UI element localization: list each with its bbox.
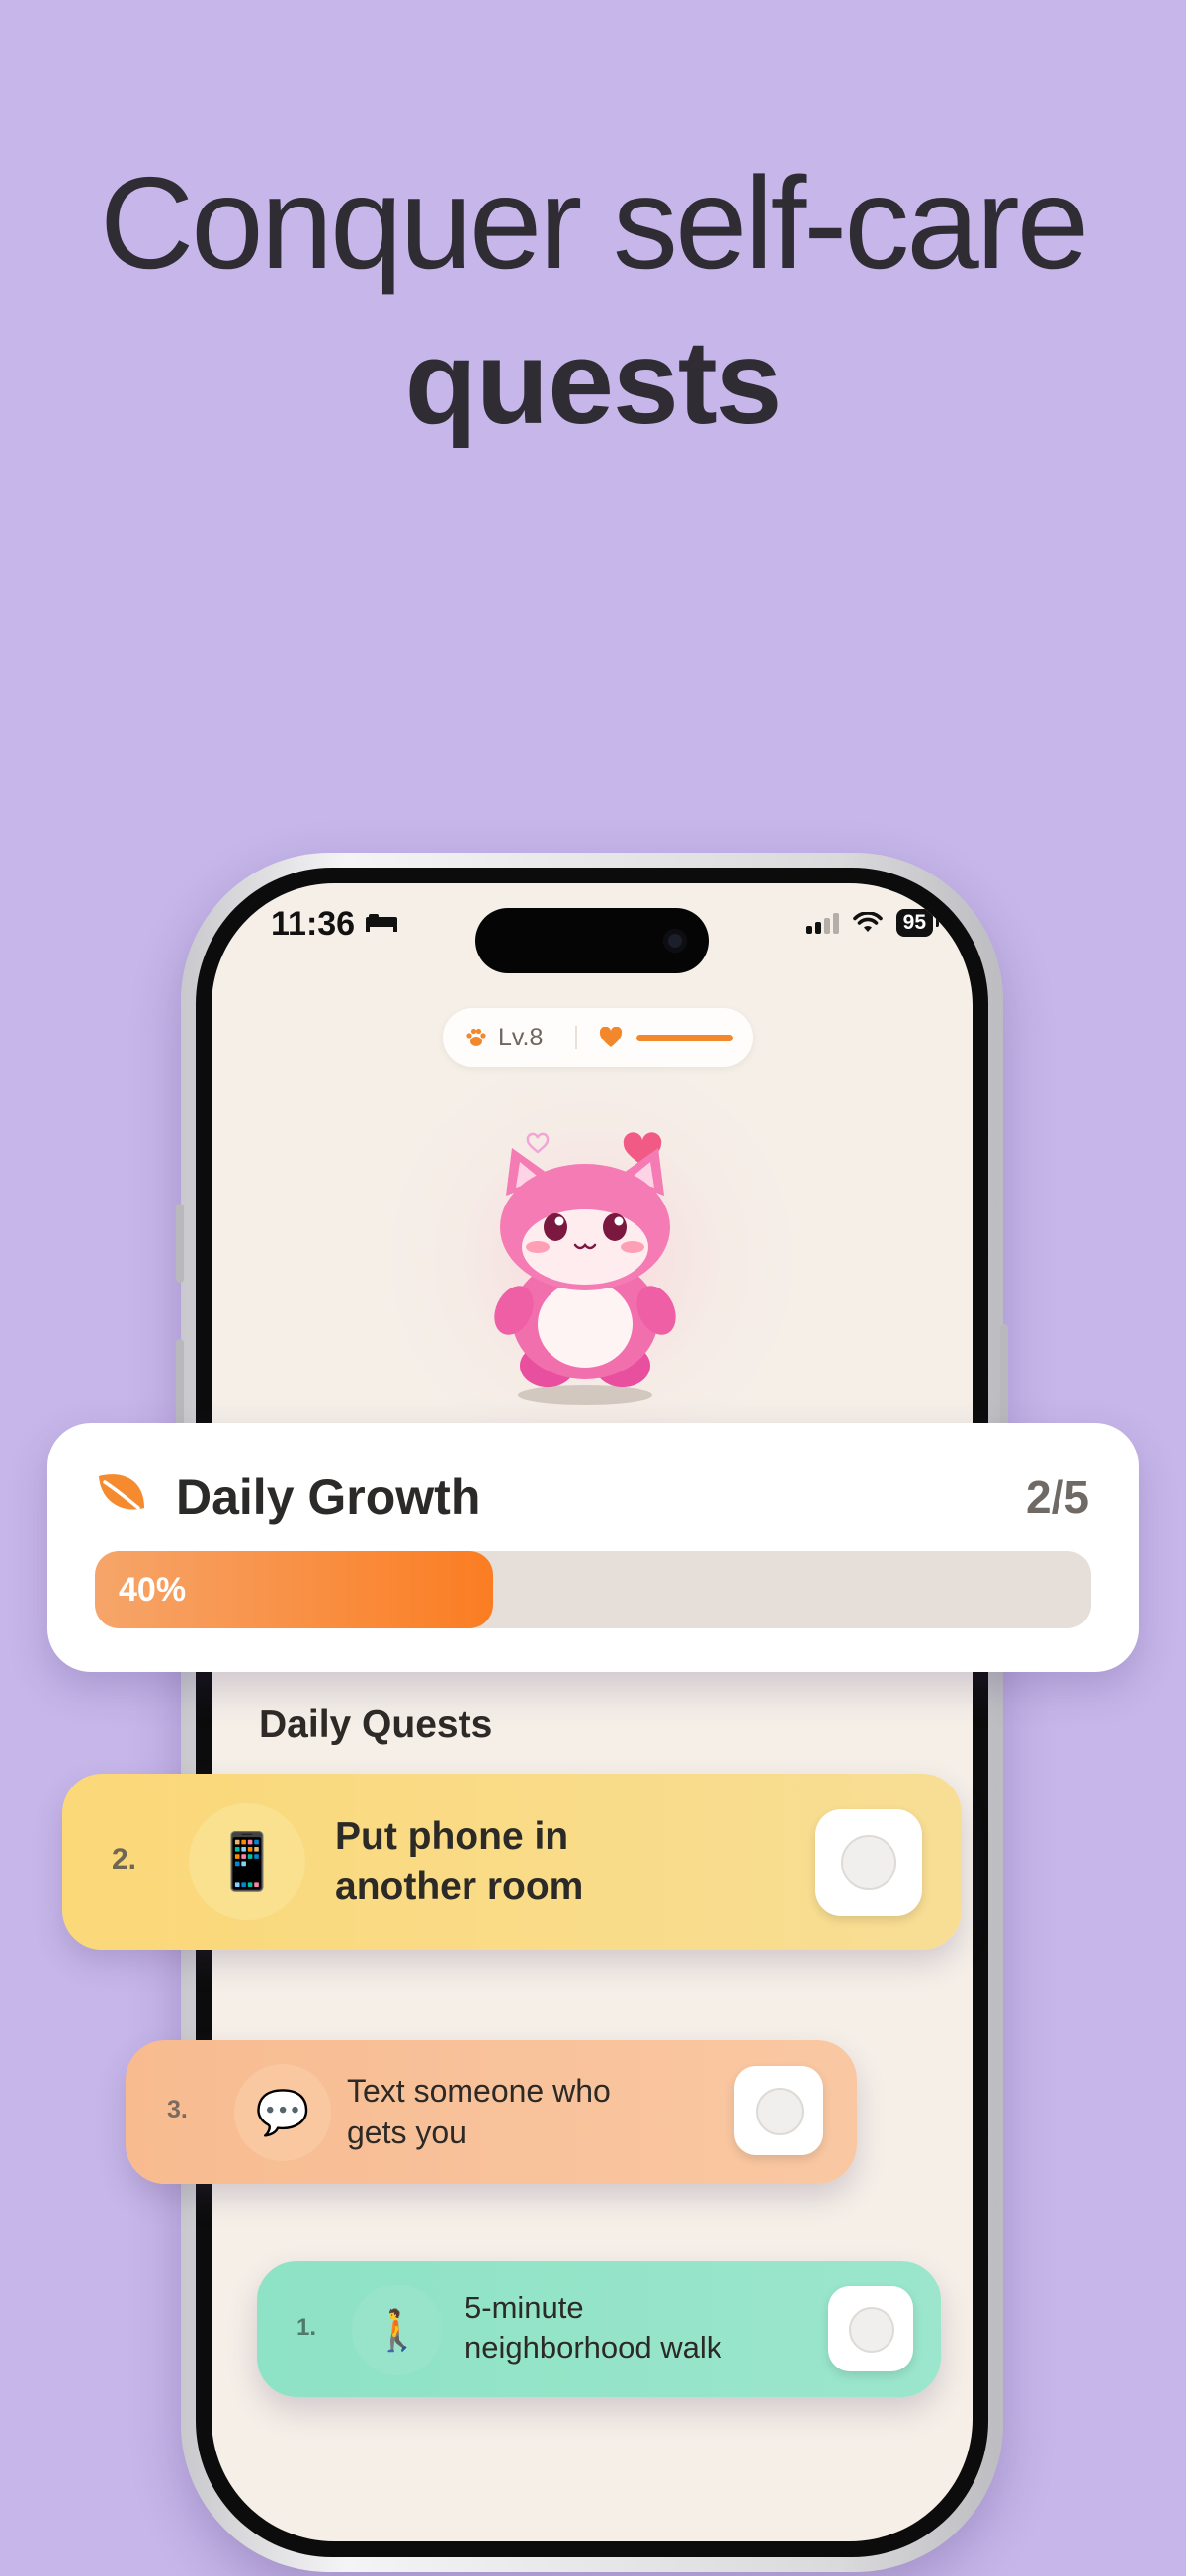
daily-growth-count: 2/5 [1026,1471,1089,1523]
quest-label-line1: Put phone in [335,1815,569,1858]
quest-label-line2: gets you [347,2115,466,2150]
quest-number: 1. [296,2314,317,2341]
quest-emoji-circle: 💬 [234,2064,331,2161]
quest-label-line1: 5-minute [465,2290,584,2325]
quest-card-phone[interactable]: 2. 📱 Put phone in another room [62,1774,962,1950]
cellular-signal-icon [805,912,839,934]
headline-line-2: quests [404,316,783,449]
small-heart-icon [526,1132,550,1154]
quest-card-walk[interactable]: 1. 🚶 5-minute neighborhood walk [257,2261,941,2397]
pink-cat-pet[interactable] [468,1130,706,1417]
sleep-mode-icon [366,914,397,932]
daily-growth-percent: 40% [119,1571,187,1609]
checkbox-circle [756,2088,804,2135]
quest-number: 3. [167,2096,188,2123]
battery-indicator: 95 [895,909,940,937]
checkbox-circle [841,1835,896,1890]
status-right-group: 95 [805,909,940,937]
quest-label-line2: neighborhood walk [465,2330,722,2365]
mood-bar [636,1035,733,1041]
speech-bubble-icon: 💬 [255,2089,310,2137]
pet-level-label: Lv.8 [498,1024,544,1051]
quest-card-text[interactable]: 3. 💬 Text someone who gets you [126,2040,857,2184]
wifi-icon [852,912,883,932]
person-walking-icon: 🚶 [373,2308,422,2353]
quest-checkbox[interactable] [734,2066,823,2155]
quest-emoji-circle: 📱 [189,1803,305,1920]
daily-growth-card[interactable]: Daily Growth 2/5 40% [47,1423,1139,1672]
pill-divider [575,1026,577,1049]
leaf-icon [99,1474,144,1510]
heart-icon [599,1027,623,1047]
quest-emoji-circle: 🚶 [352,2285,443,2375]
quest-label-line2: another room [335,1866,584,1908]
quest-number: 2. [112,1843,137,1875]
headline-line-1: Conquer self-care [99,150,1089,295]
phone-side-button [176,1204,184,1283]
quest-label: Text someone who gets you [347,2070,611,2153]
quest-checkbox[interactable] [815,1809,922,1916]
status-time: 11:36 [271,905,356,943]
checkbox-circle [849,2307,894,2353]
quest-label: 5-minute neighborhood walk [465,2288,721,2368]
quest-checkbox[interactable] [828,2286,913,2371]
daily-growth-title: Daily Growth [176,1469,481,1525]
camera-dot [663,929,687,953]
dynamic-island [475,908,709,973]
paw-icon [466,1028,486,1046]
daily-quests-title: Daily Quests [259,1703,493,1746]
daily-growth-progress-track: 40% [95,1551,1091,1628]
quest-label-line1: Text someone who [347,2073,611,2109]
mobile-phone-icon: 📱 [212,1830,282,1892]
quest-label: Put phone in another room [335,1811,583,1912]
